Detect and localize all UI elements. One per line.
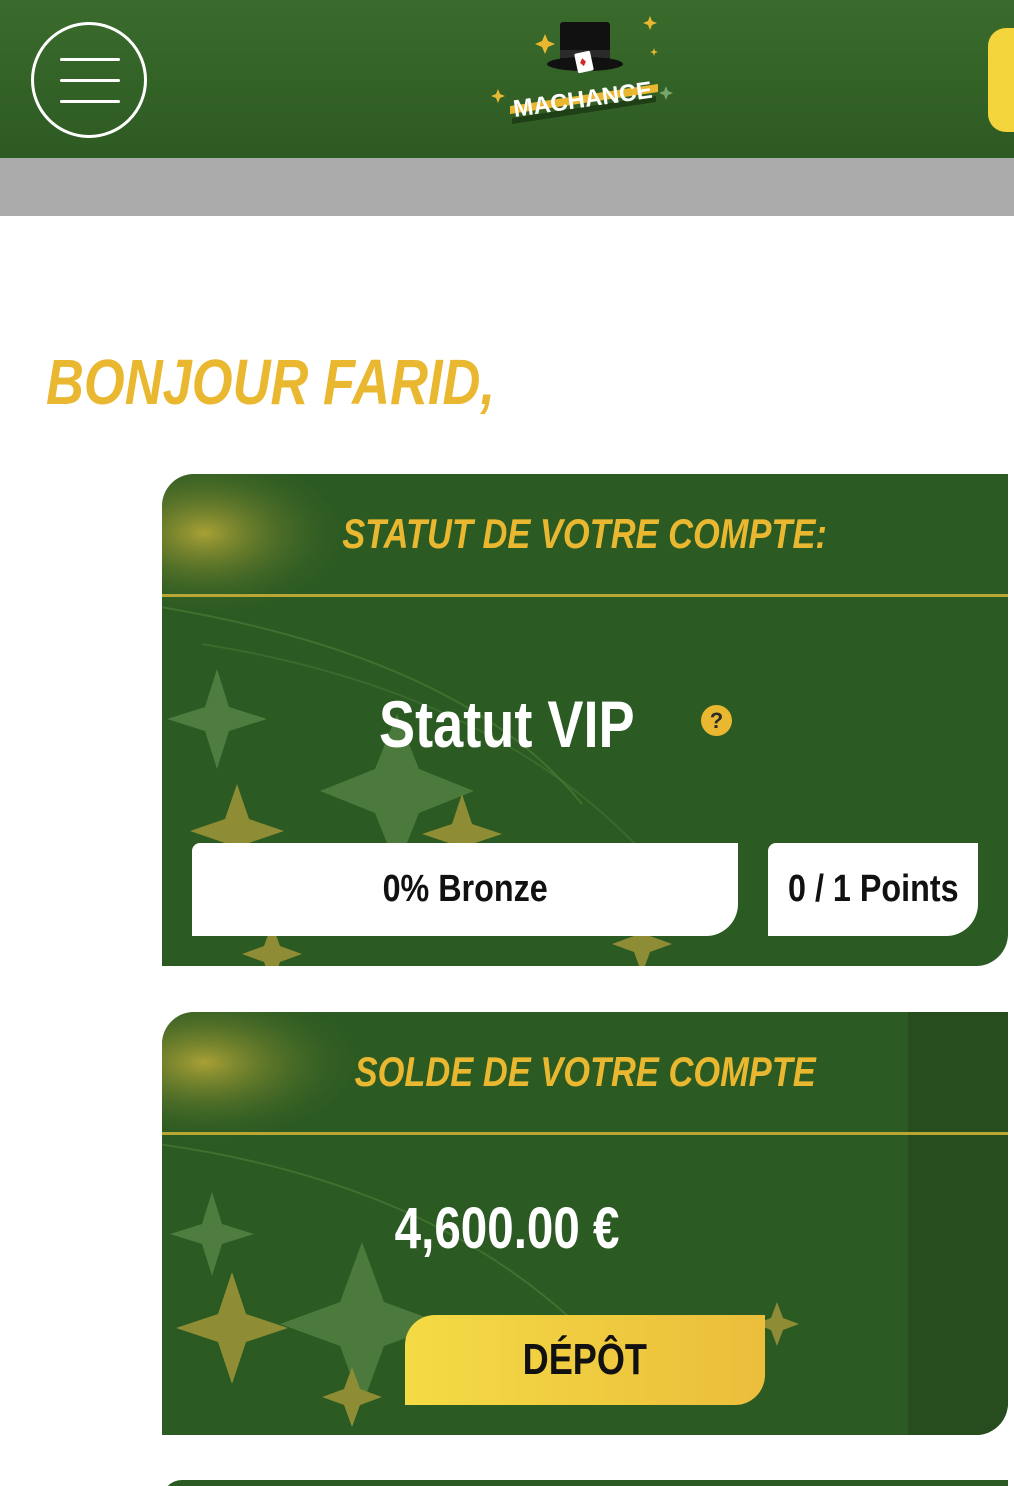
top-header: MACHANCE bbox=[0, 0, 1014, 158]
balance-amount-text: 4,600.00 € bbox=[394, 1196, 620, 1261]
next-card-edge bbox=[162, 1480, 1008, 1486]
menu-line-icon bbox=[60, 58, 120, 61]
balance-amount: 4,600.00 € bbox=[0, 1195, 1014, 1262]
header-action-button[interactable] bbox=[988, 28, 1014, 132]
card-divider bbox=[162, 594, 1008, 597]
menu-line-icon bbox=[60, 100, 120, 103]
vip-points-pill: 0 / 1 Points bbox=[768, 843, 978, 936]
machance-logo[interactable]: MACHANCE bbox=[490, 14, 680, 134]
balance-card-title-text: SOLDE DE VOTRE COMPTE bbox=[354, 1048, 816, 1095]
menu-line-icon bbox=[60, 79, 120, 82]
card-divider bbox=[162, 1132, 1008, 1135]
hamburger-menu-button[interactable] bbox=[31, 22, 147, 138]
vip-progress-text: 0% Bronze bbox=[382, 868, 548, 910]
status-card-title: STATUT DE VOTRE COMPTE: bbox=[162, 510, 1008, 558]
deposit-button-label: DÉPÔT bbox=[522, 1335, 648, 1384]
vip-points-text: 0 / 1 Points bbox=[787, 868, 959, 910]
status-card-title-text: STATUT DE VOTRE COMPTE: bbox=[342, 510, 828, 557]
balance-card-title: SOLDE DE VOTRE COMPTE bbox=[162, 1048, 1008, 1096]
vip-status-label: Statut VIP bbox=[0, 686, 1014, 762]
vip-progress-pill: 0% Bronze bbox=[192, 843, 738, 936]
vip-status-text: Statut VIP bbox=[379, 687, 635, 761]
notice-bar bbox=[0, 158, 1014, 216]
deposit-button[interactable]: DÉPÔT bbox=[405, 1315, 765, 1405]
greeting-heading: BONJOUR FARID, bbox=[46, 346, 496, 418]
logo-text: MACHANCE bbox=[512, 77, 654, 123]
help-icon[interactable]: ? bbox=[701, 705, 732, 736]
